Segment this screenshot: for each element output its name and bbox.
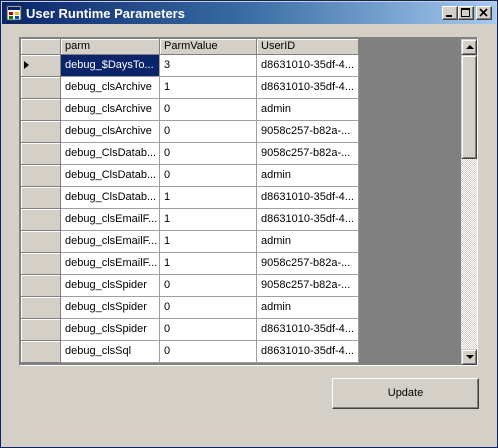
update-button[interactable]: Update bbox=[332, 378, 479, 409]
arrow-down-icon bbox=[466, 355, 474, 359]
cell-userid[interactable]: d8631010-35df-4... bbox=[257, 319, 359, 341]
vertical-scrollbar[interactable] bbox=[461, 39, 477, 365]
cell-parmvalue[interactable]: 0 bbox=[160, 121, 257, 143]
row-header[interactable] bbox=[21, 143, 61, 165]
cell-userid[interactable]: d8631010-35df-4... bbox=[257, 55, 359, 77]
maximize-button[interactable] bbox=[458, 6, 474, 20]
cell-parm[interactable]: debug_$DaysTo... bbox=[61, 55, 160, 77]
cell-parmvalue[interactable]: 0 bbox=[160, 143, 257, 165]
cell-userid[interactable]: d8631010-35df-4... bbox=[257, 187, 359, 209]
cell-parm[interactable]: debug_ClsDatab... bbox=[61, 187, 160, 209]
cell-parm[interactable]: debug_clsEmailF... bbox=[61, 209, 160, 231]
row-header[interactable] bbox=[21, 297, 61, 319]
row-header[interactable] bbox=[21, 275, 61, 297]
cell-parm[interactable]: debug_clsEmailF... bbox=[61, 231, 160, 253]
close-icon bbox=[479, 8, 488, 17]
cell-parm[interactable]: debug_clsSpider bbox=[61, 297, 160, 319]
cell-parm[interactable]: debug_ClsDatab... bbox=[61, 165, 160, 187]
row-header[interactable] bbox=[21, 187, 61, 209]
cell-userid[interactable]: 9058c257-b82a-... bbox=[257, 253, 359, 275]
row-header[interactable] bbox=[21, 55, 61, 77]
cell-userid[interactable]: d8631010-35df-4... bbox=[257, 77, 359, 99]
scroll-down-button[interactable] bbox=[461, 349, 477, 365]
corner-header[interactable] bbox=[21, 39, 61, 55]
maximize-icon bbox=[461, 8, 470, 17]
row-header[interactable] bbox=[21, 77, 61, 99]
cell-userid[interactable]: d8631010-35df-4... bbox=[257, 341, 359, 363]
minimize-button[interactable] bbox=[442, 6, 458, 20]
row-header[interactable] bbox=[21, 99, 61, 121]
cell-userid[interactable]: 9058c257-b82a-... bbox=[257, 143, 359, 165]
cell-parmvalue[interactable]: 0 bbox=[160, 275, 257, 297]
column-header-userid[interactable]: UserID bbox=[257, 39, 359, 55]
cell-parmvalue[interactable]: 0 bbox=[160, 165, 257, 187]
row-header[interactable] bbox=[21, 319, 61, 341]
cell-userid[interactable]: admin bbox=[257, 231, 359, 253]
cell-userid[interactable]: 9058c257-b82a-... bbox=[257, 121, 359, 143]
window-title: User Runtime Parameters bbox=[26, 6, 185, 21]
row-header[interactable] bbox=[21, 121, 61, 143]
cell-parmvalue[interactable]: 0 bbox=[160, 319, 257, 341]
cell-userid[interactable]: d8631010-35df-4... bbox=[257, 209, 359, 231]
cell-parm[interactable]: debug_clsArchive bbox=[61, 77, 160, 99]
title-bar[interactable]: User Runtime Parameters bbox=[2, 2, 496, 24]
cell-parm[interactable]: debug_clsSpider bbox=[61, 319, 160, 341]
cell-parmvalue[interactable]: 1 bbox=[160, 77, 257, 99]
row-pointer-icon bbox=[24, 61, 29, 69]
scroll-up-button[interactable] bbox=[461, 39, 477, 55]
cell-parmvalue[interactable]: 0 bbox=[160, 341, 257, 363]
cell-userid[interactable]: admin bbox=[257, 99, 359, 121]
cell-parm[interactable]: debug_clsArchive bbox=[61, 99, 160, 121]
cell-parmvalue[interactable]: 0 bbox=[160, 297, 257, 319]
cell-userid[interactable]: admin bbox=[257, 165, 359, 187]
minimize-icon bbox=[446, 15, 452, 17]
cell-parmvalue[interactable]: 1 bbox=[160, 209, 257, 231]
row-header[interactable] bbox=[21, 209, 61, 231]
cell-parmvalue[interactable]: 1 bbox=[160, 253, 257, 275]
arrow-up-icon bbox=[466, 45, 474, 49]
cell-userid[interactable]: admin bbox=[257, 297, 359, 319]
row-header[interactable] bbox=[21, 253, 61, 275]
parameters-grid[interactable]: parm ParmValue UserID debug_$DaysTo... 3 d… bbox=[19, 37, 478, 366]
app-window-icon bbox=[6, 5, 22, 21]
row-header[interactable] bbox=[21, 341, 61, 363]
cell-parmvalue[interactable]: 3 bbox=[160, 55, 257, 77]
cell-userid[interactable]: 9058c257-b82a-... bbox=[257, 275, 359, 297]
grid-viewport: parm ParmValue UserID debug_$DaysTo... 3 d… bbox=[21, 39, 462, 364]
scroll-thumb[interactable] bbox=[461, 55, 477, 159]
cell-parmvalue[interactable]: 1 bbox=[160, 187, 257, 209]
close-button[interactable] bbox=[476, 6, 492, 20]
cell-parm[interactable]: debug_ClsDatab... bbox=[61, 143, 160, 165]
cell-parmvalue[interactable]: 1 bbox=[160, 231, 257, 253]
cell-parm[interactable]: debug_clsArchive bbox=[61, 121, 160, 143]
cell-parmvalue[interactable]: 0 bbox=[160, 99, 257, 121]
row-header[interactable] bbox=[21, 165, 61, 187]
column-header-parm[interactable]: parm bbox=[61, 39, 160, 55]
row-header[interactable] bbox=[21, 231, 61, 253]
column-header-parmvalue[interactable]: ParmValue bbox=[160, 39, 257, 55]
cell-parm[interactable]: debug_clsSpider bbox=[61, 275, 160, 297]
cell-parm[interactable]: debug_clsSql bbox=[61, 341, 160, 363]
app-window: User Runtime Parameters parm ParmValue U… bbox=[0, 0, 498, 448]
cell-parm[interactable]: debug_clsEmailF... bbox=[61, 253, 160, 275]
